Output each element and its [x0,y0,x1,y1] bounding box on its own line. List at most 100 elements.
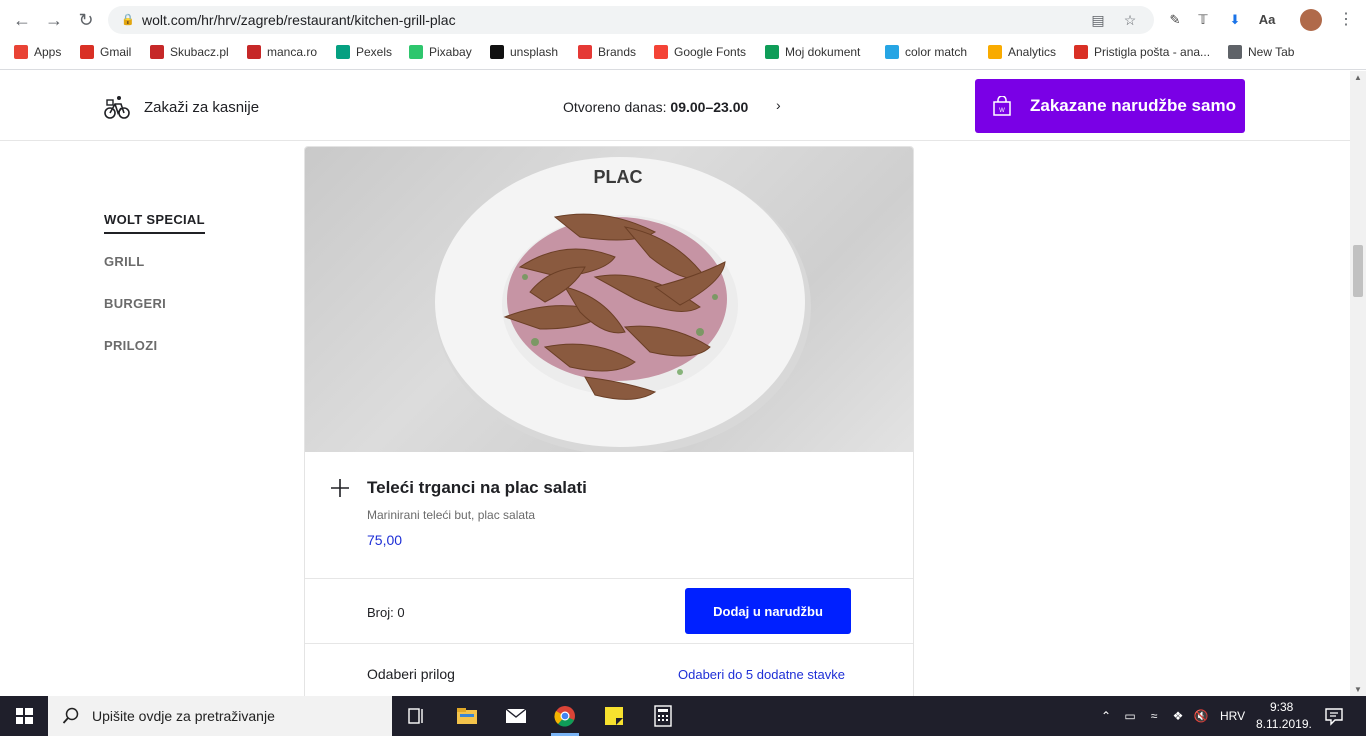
divider [305,578,913,579]
bookmark-label: Google Fonts [674,45,747,59]
scroll-thumb[interactable] [1353,245,1363,297]
item-description: Marinirani teleći but, plac salata [367,508,536,522]
bookmark-label: Apps [34,45,62,59]
download-extension-icon[interactable]: ⬇ [1224,9,1246,31]
windows-taskbar: Upišite ovdje za pretraživanje ⌃ ▭ ≈ ❖ 🔇… [0,696,1366,736]
wifi-icon[interactable]: ≈ [1146,708,1162,724]
bookmark-item[interactable]: Apps [14,43,61,61]
scroll-down-icon[interactable]: ▼ [1354,685,1362,694]
pixabay-icon [409,45,423,59]
clock-date[interactable]: 8.11.2019. [1256,717,1312,731]
hours-value: 09.00–23.00 [670,99,749,115]
restaurant-header: Zakaži za kasnije Otvoreno danas: 09.00–… [0,71,1350,141]
page-scrollbar[interactable]: ▲ ▼ [1350,71,1366,696]
bookmark-label: color match [905,45,968,59]
address-bar[interactable]: 🔒 wolt.com/hr/hrv/zagreb/restaurant/kitc… [108,6,1154,34]
back-arrow-icon[interactable]: ← [10,8,34,32]
plus-icon[interactable] [329,477,351,499]
pexels-icon [336,45,350,59]
browser-toolbar: ← → ↻ 🔒 wolt.com/hr/hrv/zagreb/restauran… [0,0,1366,70]
bookmark-item[interactable]: Pexels [336,43,392,61]
choose-side-label: Odaberi prilog [367,666,455,682]
bookmark-label: Moj dokument [785,45,861,59]
schedule-later-link[interactable]: Zakaži za kasnije [104,94,259,120]
chevron-up-icon[interactable]: ⌃ [1098,708,1114,724]
translate-icon[interactable]: ▤ [1088,10,1108,30]
taskbar-search[interactable]: Upišite ovdje za pretraživanje [48,696,392,736]
font-extension-icon[interactable]: Aa [1256,9,1278,31]
item-title-row: Teleći trganci na plac salati [329,477,587,499]
url-text[interactable]: wolt.com/hr/hrv/zagreb/restaurant/kitche… [142,12,456,28]
hours-prefix: Otvoreno danas: [563,99,667,115]
dish-illustration: PLAC [435,157,811,455]
lock-icon: 🔒 [121,14,135,26]
opening-hours[interactable]: Otvoreno danas: 09.00–23.00 [563,99,748,115]
windows-start-icon[interactable] [0,696,48,736]
search-icon [62,707,79,724]
calculator-icon[interactable] [651,704,675,728]
divider [305,643,913,644]
bookmark-label: Analytics [1008,45,1057,59]
scroll-up-icon[interactable]: ▲ [1354,73,1362,82]
category-grill[interactable]: GRILL [104,254,145,274]
volume-muted-icon[interactable]: 🔇 [1193,708,1209,724]
gmail-icon [1074,45,1088,59]
scheduled-orders-button[interactable]: W Zakazane narudžbe samo [975,79,1245,133]
brands-icon [578,45,592,59]
notifications-icon[interactable] [1322,704,1346,728]
battery-icon[interactable]: ▭ [1122,708,1138,724]
color-match-icon [885,45,899,59]
sticky-notes-icon[interactable] [602,704,626,728]
bookmark-item[interactable]: Moj dokument [765,43,860,61]
category-prilozi[interactable]: PRILOZI [104,338,157,358]
input-language[interactable]: HRV [1220,709,1245,723]
bookmark-star-icon[interactable]: ☆ [1120,10,1140,30]
taskbar-search-placeholder: Upišite ovdje za pretraživanje [92,708,275,724]
bookmark-item[interactable]: unsplash [490,43,558,61]
bookmark-label: Brands [598,45,637,59]
bookmark-item[interactable]: Gmail [80,43,131,61]
bookmark-label: New Tab [1248,45,1295,59]
category-wolt-special[interactable]: WOLT SPECIAL [104,212,205,234]
bookmark-item[interactable]: manca.ro [247,43,317,61]
text-extension-icon[interactable]: 𝕋 [1192,9,1214,31]
analytics-icon [988,45,1002,59]
clock-time[interactable]: 9:38 [1270,700,1293,714]
pen-extension-icon[interactable]: ✎ [1164,9,1186,31]
chevron-right-icon[interactable]: › [776,97,781,113]
bookmark-label: Pexels [356,45,393,59]
bookmarks-bar: Apps Gmail Skubacz.pl manca.ro Pexels Pixabay… [0,38,1366,66]
add-to-order-button[interactable]: Dodaj u narudžbu [685,588,851,634]
mail-icon[interactable] [504,704,528,728]
bookmark-label: Pixabay [429,45,472,59]
dish-photo: PLAC [305,147,913,455]
category-burgeri[interactable]: BURGERI [104,296,166,316]
bookmark-item[interactable]: color match [885,43,967,61]
reload-icon[interactable]: ↻ [74,8,98,32]
bookmark-item[interactable]: New Tab [1228,43,1294,61]
bookmark-item[interactable]: Analytics [988,43,1056,61]
bookmark-item[interactable]: Pixabay [409,43,472,61]
shopping-bag-icon: W [993,96,1011,116]
bookmark-label: manca.ro [267,45,318,59]
task-view-icon[interactable] [404,704,428,728]
schedule-later-label: Zakaži za kasnije [144,98,260,116]
bookmark-label: Skubacz.pl [170,45,229,59]
bookmark-item[interactable]: Google Fonts [654,43,746,61]
chrome-icon[interactable] [553,704,577,728]
gmail-icon [80,45,94,59]
profile-avatar[interactable] [1300,9,1322,31]
unsplash-icon [490,45,504,59]
dropbox-icon[interactable]: ❖ [1170,708,1186,724]
bookmark-item[interactable]: Brands [578,43,636,61]
forward-arrow-icon[interactable]: → [42,8,66,32]
menu-dots-icon[interactable]: ⋮ [1338,9,1354,31]
apps-grid-icon [14,45,28,59]
bookmark-item[interactable]: Skubacz.pl [150,43,229,61]
bike-courier-icon [104,96,130,119]
bookmark-item[interactable]: Pristigla pošta - ana... [1074,43,1210,61]
bookmark-label: unsplash [510,45,559,59]
restaurant-page: Zakaži za kasnije Otvoreno danas: 09.00–… [0,71,1350,696]
scheduled-orders-label: Zakazane narudžbe samo [1030,96,1236,115]
file-explorer-icon[interactable] [455,704,479,728]
